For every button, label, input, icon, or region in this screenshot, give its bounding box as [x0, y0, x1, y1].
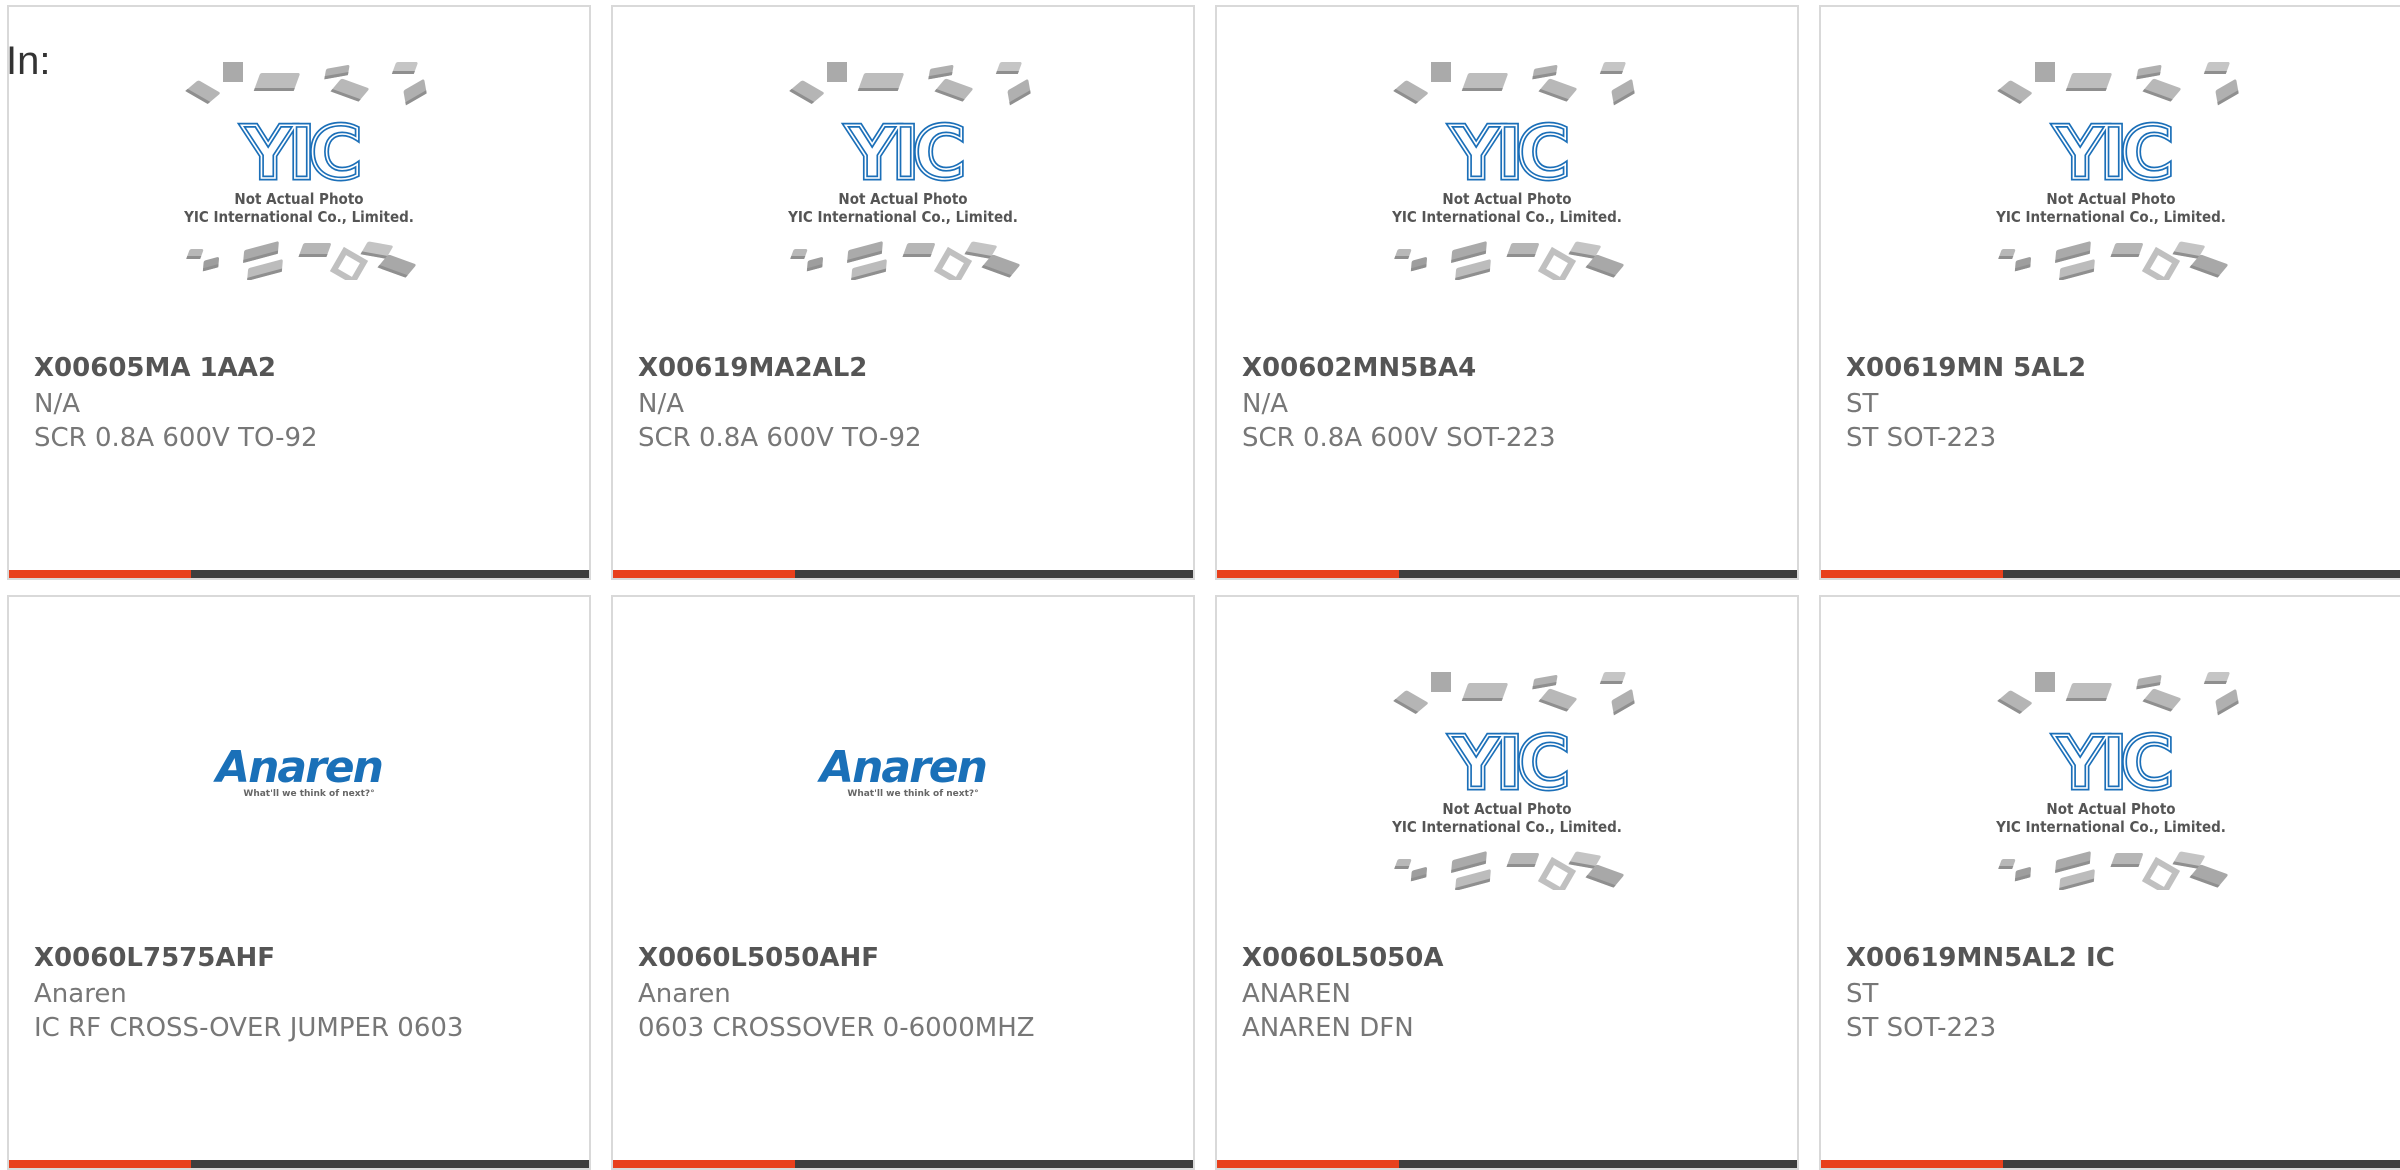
product-manufacturer: ST [1846, 389, 1879, 419]
product-name[interactable]: X00605MA 1AA2 [34, 351, 276, 385]
yic-placeholder-image: YICYICNot Actual PhotoYIC International … [1995, 672, 2239, 890]
yic-placeholder-image: YICYICNot Actual PhotoYIC International … [1995, 62, 2239, 280]
card-accent-bar [9, 1160, 191, 1168]
product-manufacturer: ANAREN [1242, 979, 1351, 1009]
product-description: SCR 0.8A 600V TO-92 [638, 423, 922, 453]
not-actual-photo-image: YICYICNot Actual PhotoYIC International … [1391, 672, 1635, 890]
not-actual-photo-image: YICYICNot Actual PhotoYIC International … [1995, 62, 2239, 280]
card-accent-bar [613, 570, 795, 578]
card-accent-bar [613, 1160, 795, 1168]
product-photo[interactable]: YIC YIC Not Actual Photo YIC International … [9, 7, 589, 337]
svg-text:Anaren: Anaren [213, 742, 382, 793]
yic-placeholder-image: YICYICNot Actual PhotoYIC International … [1391, 672, 1635, 890]
company-name-text: YIC International Co., Limited. [1995, 818, 2226, 836]
svg-text:What'll we think of next?°: What'll we think of next?° [847, 789, 978, 799]
not-actual-photo-image: YICYICNot Actual PhotoYIC International … [787, 62, 1031, 280]
company-name-text: YIC International Co., Limited. [1391, 818, 1622, 836]
product-name[interactable]: X00619MN5AL2 IC [1846, 941, 2115, 975]
product-description: ANAREN DFN [1242, 1013, 1414, 1043]
card-bottom-bar [1821, 1160, 2400, 1168]
product-card[interactable]: YIC YIC Not Actual Photo YIC International … [611, 5, 1195, 580]
anaren-logo: AnarenWhat'll we think of next?° [817, 742, 988, 799]
card-bottom-bar [9, 1160, 589, 1168]
yic-placeholder-image: YICYICNot Actual PhotoYIC International … [1391, 62, 1635, 280]
product-manufacturer: ST [1846, 979, 1879, 1009]
product-card[interactable]: YIC YIC Not Actual Photo YIC International … [1819, 595, 2400, 1170]
anaren-logo-image: AnarenWhat'll we think of next?° [817, 742, 988, 799]
product-name[interactable]: X00619MN 5AL2 [1846, 351, 2086, 385]
product-description: ST SOT-223 [1846, 1013, 1997, 1043]
product-name[interactable]: X00619MA2AL2 [638, 351, 867, 385]
card-accent-bar [1821, 570, 2003, 578]
product-manufacturer: Anaren [34, 979, 127, 1009]
anaren-logo-image: AnarenWhat'll we think of next?° [213, 742, 384, 799]
product-description: SCR 0.8A 600V TO-92 [34, 423, 318, 453]
product-photo[interactable]: Anaren What'll we think of next?° [613, 607, 1193, 947]
svg-text:YIC: YIC [241, 111, 358, 195]
company-name-text: YIC International Co., Limited. [1995, 208, 2226, 226]
in-label: In: [6, 39, 51, 83]
product-name[interactable]: X0060L7575AHF [34, 941, 275, 975]
card-accent-bar [1217, 570, 1399, 578]
product-name[interactable]: X00602MN5BA4 [1242, 351, 1476, 385]
not-actual-photo-text: Not Actual Photo [2046, 800, 2175, 818]
not-actual-photo-image: YICYICNot Actual PhotoYIC International … [1995, 672, 2239, 890]
product-description: ST SOT-223 [1846, 423, 1997, 453]
product-card[interactable]: YIC YIC Not Actual Photo YIC International … [7, 5, 591, 580]
yic-placeholder-image: YICYICNot Actual PhotoYIC International … [787, 62, 1031, 280]
card-bottom-bar [1217, 1160, 1797, 1168]
product-photo[interactable]: YIC YIC Not Actual Photo YIC International … [613, 7, 1193, 337]
product-photo[interactable]: Anaren What'll we think of next?° [9, 607, 589, 947]
svg-text:YIC: YIC [1449, 111, 1566, 195]
product-description: SCR 0.8A 600V SOT-223 [1242, 423, 1556, 453]
card-accent-bar [1821, 1160, 2003, 1168]
svg-text:What'll we think of next?°: What'll we think of next?° [243, 789, 374, 799]
not-actual-photo-image: YICYICNot Actual PhotoYIC International … [1391, 62, 1635, 280]
not-actual-photo-text: Not Actual Photo [838, 190, 967, 208]
yic-placeholder-image: YICYICNot Actual PhotoYIC International … [183, 62, 427, 280]
product-photo[interactable]: YIC YIC Not Actual Photo YIC International … [1821, 7, 2400, 337]
card-accent-bar [9, 570, 191, 578]
product-description: 0603 CROSSOVER 0-6000MHZ [638, 1013, 1035, 1043]
product-photo[interactable]: YIC YIC Not Actual Photo YIC International … [1217, 607, 1797, 947]
card-bottom-bar [613, 1160, 1193, 1168]
card-bottom-bar [1821, 570, 2400, 578]
product-card[interactable]: YIC YIC Not Actual Photo YIC International … [1819, 5, 2400, 580]
not-actual-photo-text: Not Actual Photo [1442, 800, 1571, 818]
svg-text:YIC: YIC [845, 111, 962, 195]
product-name[interactable]: X0060L5050A [1242, 941, 1443, 975]
product-card[interactable]: Anaren What'll we think of next?° X0060L5… [611, 595, 1195, 1170]
product-manufacturer: N/A [34, 389, 80, 419]
company-name-text: YIC International Co., Limited. [787, 208, 1018, 226]
svg-text:YIC: YIC [2053, 111, 2170, 195]
product-card[interactable]: Anaren What'll we think of next?° X0060L7… [7, 595, 591, 1170]
card-accent-bar [1217, 1160, 1399, 1168]
product-photo[interactable]: YIC YIC Not Actual Photo YIC International … [1821, 607, 2400, 947]
card-bottom-bar [1217, 570, 1797, 578]
card-bottom-bar [613, 570, 1193, 578]
svg-text:YIC: YIC [1449, 721, 1566, 805]
company-name-text: YIC International Co., Limited. [183, 208, 414, 226]
product-description: IC RF CROSS-OVER JUMPER 0603 [34, 1013, 464, 1043]
product-card[interactable]: YIC YIC Not Actual Photo YIC International … [1215, 5, 1799, 580]
card-bottom-bar [9, 570, 589, 578]
product-card[interactable]: YIC YIC Not Actual Photo YIC International … [1215, 595, 1799, 1170]
product-photo[interactable]: YIC YIC Not Actual Photo YIC International … [1217, 7, 1797, 337]
anaren-logo: AnarenWhat'll we think of next?° [213, 742, 384, 799]
product-manufacturer: N/A [1242, 389, 1288, 419]
product-manufacturer: N/A [638, 389, 684, 419]
not-actual-photo-text: Not Actual Photo [234, 190, 363, 208]
product-manufacturer: Anaren [638, 979, 731, 1009]
product-name[interactable]: X0060L5050AHF [638, 941, 879, 975]
svg-text:Anaren: Anaren [817, 742, 986, 793]
not-actual-photo-text: Not Actual Photo [1442, 190, 1571, 208]
company-name-text: YIC International Co., Limited. [1391, 208, 1622, 226]
svg-text:YIC: YIC [2053, 721, 2170, 805]
not-actual-photo-text: Not Actual Photo [2046, 190, 2175, 208]
not-actual-photo-image: YICYICNot Actual PhotoYIC International … [183, 62, 427, 280]
